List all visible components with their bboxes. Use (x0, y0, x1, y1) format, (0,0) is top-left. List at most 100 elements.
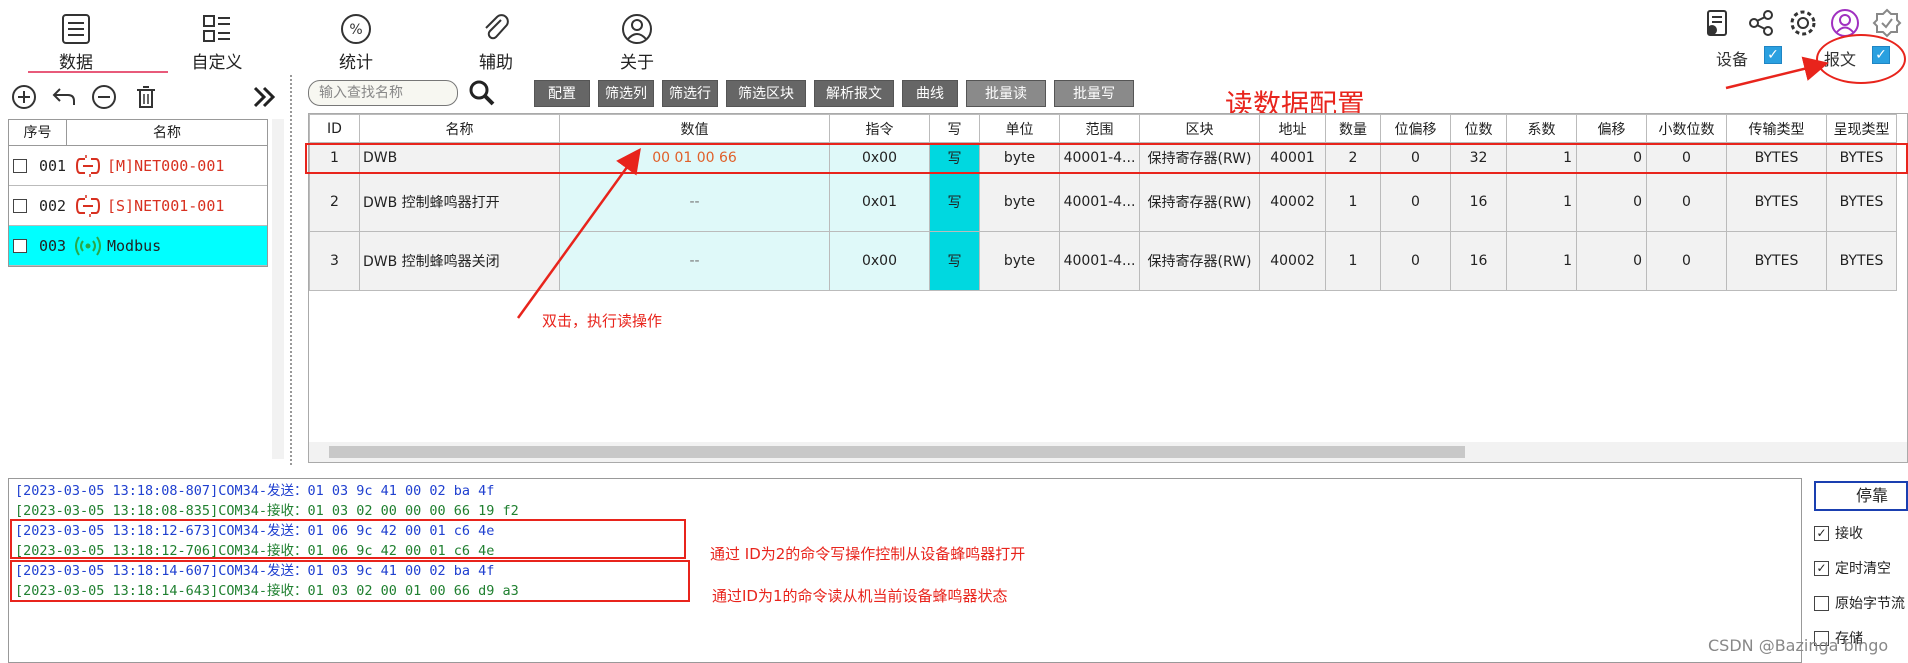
column-header[interactable]: 区块 (1139, 114, 1260, 143)
column-header[interactable]: 地址 (1259, 114, 1326, 143)
gear-icon[interactable] (1788, 8, 1818, 38)
column-header[interactable]: 名称 (359, 114, 560, 143)
cell-value[interactable]: -- (559, 172, 830, 232)
column-header[interactable]: ID (309, 114, 360, 143)
device-row[interactable]: 001 [M]NET000-001 (9, 146, 267, 186)
add-circle-icon[interactable] (10, 83, 38, 111)
cell-id: 3 (309, 231, 360, 291)
column-header[interactable]: 位偏移 (1380, 114, 1451, 143)
row-checkbox[interactable] (13, 158, 27, 173)
log-line-receive: [2023-03-05 13:18:08-835]COM34-接收：01 03 … (15, 503, 519, 519)
search-input[interactable]: 输入查找名称 (308, 80, 458, 106)
column-header[interactable]: 传输类型 (1726, 114, 1827, 143)
device-name-text: Modbus (107, 236, 162, 255)
cell-name[interactable]: DWB 控制蜂鸣器关闭 (359, 231, 560, 291)
search-icon[interactable] (468, 79, 496, 107)
table-horizontal-scrollbar[interactable] (309, 442, 1907, 462)
remove-circle-icon[interactable] (90, 83, 118, 111)
option-raw-bytes[interactable]: 原始字节流 (1814, 593, 1905, 613)
device-list-scrollbar[interactable] (272, 119, 284, 459)
column-header[interactable]: 数量 (1325, 114, 1381, 143)
column-header[interactable]: 写 (929, 114, 980, 143)
device-no: 003 (39, 236, 67, 255)
device-list: 序号 名称 001 [M]NET000-001 002 [S]NET001-00… (8, 119, 268, 267)
cell-decimals: 0 (1646, 231, 1727, 291)
document-check-icon[interactable] (1702, 8, 1732, 38)
batch-write-button[interactable]: 批量写 (1054, 80, 1134, 107)
cell-block: 保持寄存器(RW) (1139, 172, 1260, 232)
write-button[interactable]: 写 (929, 231, 980, 291)
tab-statistics[interactable]: % 统计 (306, 0, 406, 75)
tab-custom[interactable]: 自定义 (167, 0, 267, 75)
option-label: 接收 (1835, 526, 1863, 542)
share-icon[interactable] (1746, 8, 1776, 38)
column-header[interactable]: 呈现类型 (1826, 114, 1897, 143)
device-label: 设备 (1716, 50, 1749, 69)
option-checkbox[interactable]: ✓ (1814, 525, 1829, 541)
cell-unit: byte (979, 172, 1060, 232)
option-checkbox[interactable]: ✓ (1814, 560, 1829, 576)
device-checkbox[interactable]: ✓ (1764, 46, 1782, 64)
annotation-read-command: 通过ID为1的命令读从机当前设备蜂鸣器状态 (712, 587, 1008, 605)
column-header[interactable]: 单位 (979, 114, 1060, 143)
option-label: 原始字节流 (1835, 596, 1905, 612)
log-line-send: [2023-03-05 13:18:08-807]COM34-发送：01 03 … (15, 483, 495, 499)
option-label: 定时清空 (1835, 561, 1891, 577)
cell-range: 40001-4... (1059, 172, 1140, 232)
parse-message-button[interactable]: 解析报文 (814, 80, 894, 107)
verified-badge-icon[interactable] (1872, 8, 1902, 38)
cell-name[interactable]: DWB 控制蜂鸣器打开 (359, 172, 560, 232)
table-row[interactable]: 3 DWB 控制蜂鸣器关闭 -- 0x00 写 byte 40001-4... … (309, 231, 1897, 291)
device-name: [S]NET001-001 (75, 194, 225, 217)
cell-unit: byte (979, 231, 1060, 291)
trash-icon[interactable] (132, 83, 160, 111)
cell-bit-offset: 0 (1380, 231, 1451, 291)
collapse-panel-icon[interactable] (250, 83, 278, 111)
device-row-selected[interactable]: 003 Modbus (9, 226, 267, 266)
cell-range: 40001-4... (1059, 231, 1140, 291)
percent-icon: % (341, 14, 371, 44)
cell-display-type: BYTES (1826, 231, 1897, 291)
table-row[interactable]: 2 DWB 控制蜂鸣器打开 -- 0x01 写 byte 40001-4... … (309, 172, 1897, 232)
config-button[interactable]: 配置 (534, 80, 590, 107)
device-row[interactable]: 002 [S]NET001-001 (9, 186, 267, 226)
column-header[interactable]: 系数 (1506, 114, 1577, 143)
option-auto-clear[interactable]: ✓ 定时清空 (1814, 558, 1891, 578)
batch-read-button[interactable]: 批量读 (966, 80, 1046, 107)
cell-offset: 0 (1576, 172, 1647, 232)
filter-blocks-button[interactable]: 筛选区块 (726, 80, 806, 107)
tab-data[interactable]: 数据 (26, 0, 168, 75)
column-header[interactable]: 位数 (1450, 114, 1507, 143)
column-header[interactable]: 小数位数 (1646, 114, 1727, 143)
undo-icon[interactable] (50, 83, 78, 111)
row-checkbox[interactable] (13, 198, 27, 213)
cell-display-type: BYTES (1826, 172, 1897, 232)
cell-command[interactable]: 0x01 (829, 172, 930, 232)
tab-auxiliary[interactable]: 辅助 (446, 0, 546, 75)
cell-command[interactable]: 0x00 (829, 231, 930, 291)
write-button[interactable]: 写 (929, 172, 980, 232)
cell-bits: 16 (1450, 231, 1507, 291)
column-header[interactable]: 指令 (829, 114, 930, 143)
paperclip-icon (485, 14, 509, 40)
device-name-text: [S]NET001-001 (107, 196, 225, 215)
scrollbar-thumb[interactable] (329, 446, 1465, 458)
layout-icon (203, 15, 230, 42)
filter-rows-button[interactable]: 筛选行 (662, 80, 718, 107)
column-header[interactable]: 数值 (559, 114, 830, 143)
row-checkbox[interactable] (13, 238, 27, 253)
tab-about[interactable]: 关于 (587, 0, 687, 75)
option-receive[interactable]: ✓ 接收 (1814, 523, 1863, 543)
list-icon (62, 14, 90, 44)
column-header[interactable]: 范围 (1059, 114, 1140, 143)
option-checkbox[interactable] (1814, 595, 1829, 611)
dock-button[interactable]: 停靠 (1814, 481, 1908, 511)
column-header[interactable]: 偏移 (1576, 114, 1647, 143)
tab-custom-label: 自定义 (191, 53, 243, 73)
cell-count: 1 (1325, 172, 1381, 232)
device-name: Modbus (75, 235, 161, 257)
cell-value[interactable]: -- (559, 231, 830, 291)
column-header-no: 序号 (9, 120, 67, 145)
filter-columns-button[interactable]: 筛选列 (598, 80, 654, 107)
curve-button[interactable]: 曲线 (902, 80, 958, 107)
